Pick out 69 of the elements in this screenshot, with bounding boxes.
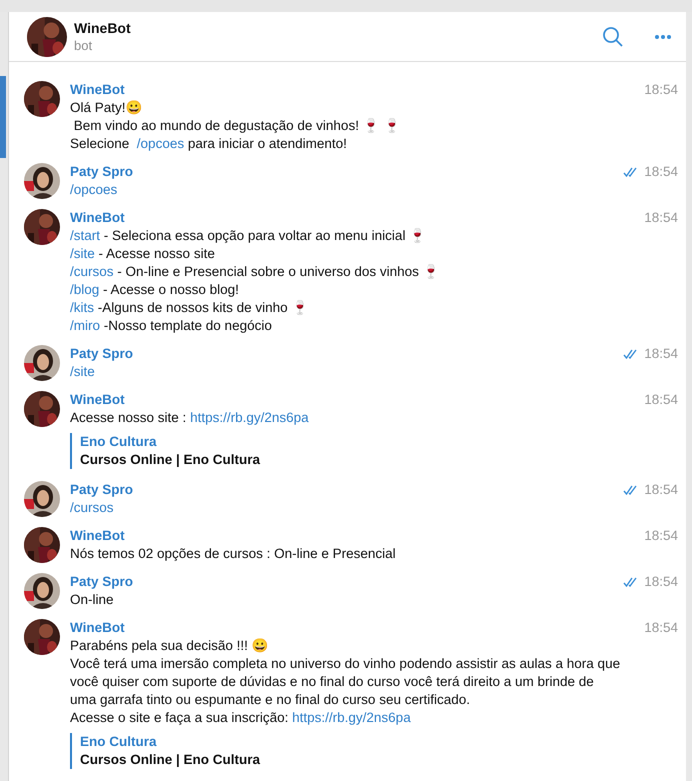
message-time: 18:54: [644, 209, 678, 227]
sender-name: Paty Spro: [70, 345, 134, 363]
link-preview[interactable]: Eno Cultura Cursos Online | Eno Cultura: [70, 433, 678, 469]
link[interactable]: https://rb.gy/2ns6pa: [190, 410, 309, 425]
link[interactable]: /cursos: [70, 264, 114, 279]
more-icon[interactable]: [654, 34, 672, 40]
chat-title: WineBot: [74, 18, 131, 36]
link[interactable]: /opcoes: [136, 136, 184, 151]
preview-title: Cursos Online | Eno Cultura: [80, 451, 260, 469]
message-time: 18:54: [644, 345, 678, 363]
message-time: 18:54: [644, 81, 678, 99]
message-time: 18:54: [644, 481, 678, 499]
message[interactable]: WineBot 18:54 Nós temos 02 opções de cursos : On-line e Presencial: [0, 522, 686, 568]
link[interactable]: /site: [70, 364, 95, 379]
sender-name: Paty Spro: [70, 481, 134, 499]
preview-site: Eno Cultura: [80, 733, 156, 751]
link[interactable]: /blog: [70, 282, 100, 297]
link[interactable]: /kits: [70, 300, 94, 315]
message-time: 18:54: [644, 391, 678, 409]
double-check-icon: [623, 577, 640, 587]
preview-title: Cursos Online | Eno Cultura: [80, 751, 260, 769]
sender-name: Paty Spro: [70, 163, 134, 181]
message-text: Nós temos 02 opções de cursos : On-line e Presencial: [70, 546, 396, 561]
double-check-icon: [623, 349, 640, 359]
message[interactable]: WineBot 18:54 Acesse nosso site : https://rb.gy/2ns6pa Eno Cultura Cursos Online | Eno Cultura: [0, 386, 686, 476]
message-text: - Seleciona essa opção para voltar ao menu inicial 🍷: [102, 228, 426, 243]
message[interactable]: WineBot 18:54 Olá Paty!😀 Bem vindo ao mundo de degustação de vinhos! 🍷 🍷 Selecione /opcoes para iniciar o atendimento!: [0, 76, 686, 158]
message[interactable]: Paty Spro 18:54 /cursos: [0, 476, 686, 522]
message-time: 18:54: [644, 573, 678, 591]
link[interactable]: /opcoes: [70, 182, 118, 197]
message[interactable]: Paty Spro 18:54 On-line: [0, 568, 686, 614]
sender-name: Paty Spro: [70, 573, 134, 591]
message-text: para iniciar o atendimento!: [186, 136, 347, 151]
link-preview[interactable]: Eno Cultura Cursos Online | Eno Cultura: [70, 733, 678, 769]
sender-name: WineBot: [70, 81, 125, 99]
message-time: 18:54: [644, 619, 678, 637]
message-text: Você terá uma imersão completa no universo do vinho podendo assistir as aulas a hora que: [70, 656, 620, 671]
message-text: Bem vindo ao mundo de degustação de vinhos! 🍷 🍷: [72, 118, 400, 133]
sender-name: WineBot: [70, 527, 125, 545]
message-text: - Acesse nosso site: [98, 246, 215, 261]
preview-site: Eno Cultura: [80, 433, 156, 451]
sender-name: WineBot: [70, 209, 125, 227]
message[interactable]: Paty Spro 18:54 /site: [0, 340, 686, 386]
message-text: - On-line e Presencial sobre o universo dos vinhos 🍷: [116, 264, 440, 279]
link[interactable]: /miro: [70, 318, 100, 333]
message-text: Acesse o site e faça a sua inscrição:: [70, 710, 290, 725]
sender-name: WineBot: [70, 619, 125, 637]
search-icon[interactable]: [602, 26, 624, 48]
double-check-icon: [623, 485, 640, 495]
chat-subtitle: bot: [74, 36, 94, 54]
message-time: 18:54: [644, 527, 678, 545]
message-text: Selecione: [70, 136, 130, 151]
message-text: Parabéns pela sua decisão !!! 😀: [70, 638, 269, 653]
double-check-icon: [623, 167, 640, 177]
message[interactable]: Paty Spro 18:54 /opcoes: [0, 158, 686, 204]
message-text: -Alguns de nossos kits de vinho 🍷: [96, 300, 308, 315]
link[interactable]: /site: [70, 246, 95, 261]
link[interactable]: /start: [70, 228, 100, 243]
message-text: -Nosso template do negócio: [102, 318, 272, 333]
message-text: Acesse nosso site :: [70, 410, 188, 425]
sender-name: WineBot: [70, 391, 125, 409]
message-text: On-line: [70, 592, 114, 607]
message-time: 18:54: [644, 163, 678, 181]
message-text: uma garrafa tinto ou espumante e no final do curso seu certificado.: [70, 692, 470, 707]
link[interactable]: https://rb.gy/2ns6pa: [292, 710, 411, 725]
link[interactable]: /cursos: [70, 500, 114, 515]
message-text: Olá Paty!😀: [70, 100, 143, 115]
message-text: - Acesse o nosso blog!: [102, 282, 239, 297]
message-text: você quiser com suporte de dúvidas e no final do curso você terá direito a um brinde de: [70, 674, 594, 689]
